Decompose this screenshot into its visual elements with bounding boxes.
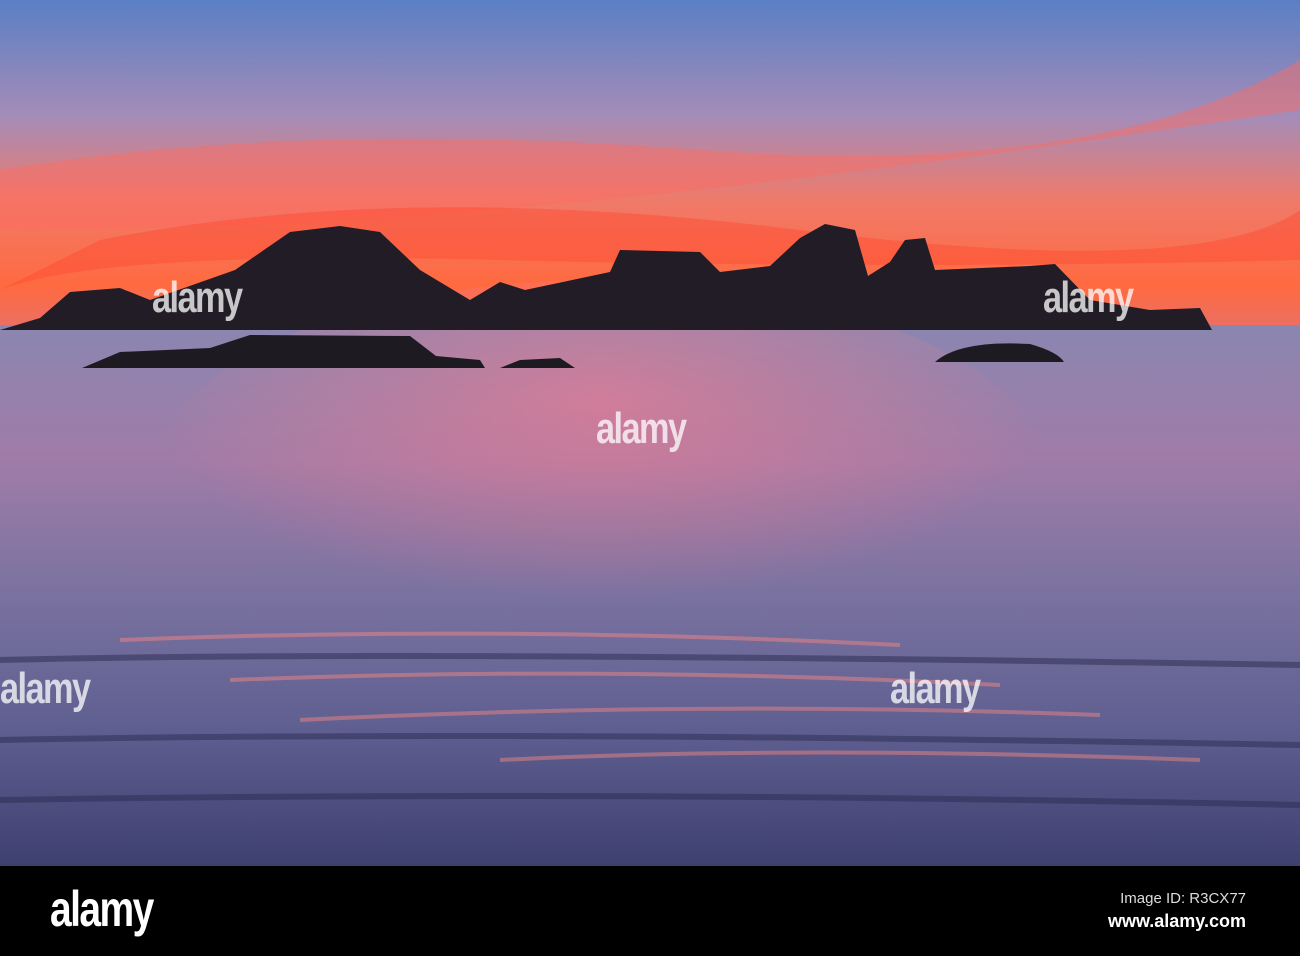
watermark: alamy — [0, 664, 91, 713]
footer-bar: alamy Image ID: R3CX77 www.alamy.com — [0, 866, 1300, 956]
website-link: www.alamy.com — [1107, 911, 1246, 931]
watermark: alamy — [596, 404, 687, 453]
watermark: alamy — [152, 273, 243, 322]
stock-photo: alamy alamy alamy alamy alamy alamy Imag… — [0, 0, 1300, 956]
watermark: alamy — [890, 664, 981, 713]
watermark: alamy — [1043, 273, 1134, 322]
image-id: Image ID: R3CX77 — [1120, 890, 1246, 907]
alamy-logo: alamy — [50, 881, 154, 937]
